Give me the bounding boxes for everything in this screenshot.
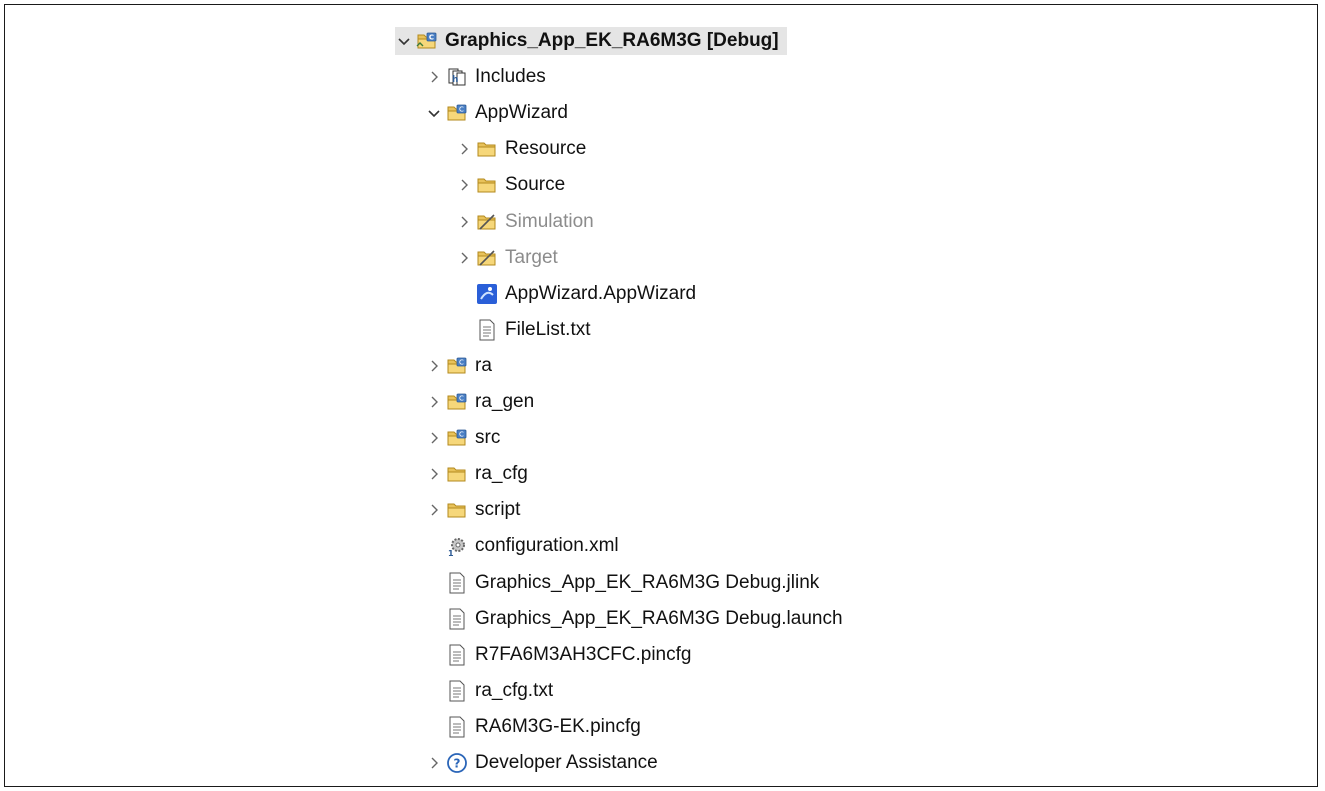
tree-item-label: ra_gen xyxy=(475,391,535,412)
tree-item-label: ra xyxy=(475,354,492,376)
tree-item-label: Source xyxy=(505,174,566,196)
text-file-icon xyxy=(475,318,499,342)
tree-item-label: src xyxy=(475,427,501,449)
includes-icon: h xyxy=(445,65,469,89)
chevron-right-icon[interactable] xyxy=(425,424,443,452)
tree-item-graphics-app-ek-ra6m3g-debug-jlink[interactable]: Graphics_App_EK_RA6M3G Debug.jlink xyxy=(425,569,819,597)
chevron-right-icon[interactable] xyxy=(425,749,443,777)
tree-item-graphics-app-ek-ra6m3g-debug[interactable]: C Graphics_App_EK_RA6M3G [Debug] xyxy=(395,27,787,55)
tree-item-label: Developer Assistance xyxy=(475,752,658,773)
chevron-right-icon[interactable] xyxy=(455,244,473,272)
project-explorer-panel: C Graphics_App_EK_RA6M3G [Debug] h Includes… xyxy=(4,4,1318,787)
tree-item-resource[interactable]: Resource xyxy=(455,135,586,163)
folder-icon xyxy=(475,173,499,197)
help-icon: ? xyxy=(445,751,469,775)
chevron-right-icon[interactable] xyxy=(425,496,443,524)
tree-item-target[interactable]: Target xyxy=(455,244,558,272)
text-file-icon xyxy=(445,679,469,703)
chevron-right-icon[interactable] xyxy=(425,352,443,380)
tree-item-ra6m3g-ek-pincfg[interactable]: RA6M3G-EK.pincfg xyxy=(425,713,641,741)
tree-item-ra-cfg[interactable]: ra_cfg xyxy=(425,460,528,488)
chevron-right-icon[interactable] xyxy=(425,460,443,488)
folder-icon xyxy=(475,137,499,161)
tree-item-simulation[interactable]: Simulation xyxy=(455,208,594,236)
tree-item-label: Graphics_App_EK_RA6M3G Debug.jlink xyxy=(475,571,820,593)
tree-item-source[interactable]: Source xyxy=(455,171,565,199)
tree-item-label: Graphics_App_EK_RA6M3G Debug.launch xyxy=(475,607,843,629)
chevron-down-icon[interactable] xyxy=(395,27,413,55)
tree-item-label: ra_cfg xyxy=(475,463,528,485)
folder-icon xyxy=(445,462,469,486)
tree-item-includes[interactable]: h Includes xyxy=(425,63,546,91)
chevron-right-icon[interactable] xyxy=(425,388,443,416)
tree-item-developer-assistance[interactable]: ? Developer Assistance xyxy=(425,749,658,777)
tree-item-label: script xyxy=(475,499,521,521)
svg-text:?: ? xyxy=(454,757,461,771)
c-project-icon: C xyxy=(415,29,439,53)
tree-item-appwizard-appwizard[interactable]: AppWizard.AppWizard xyxy=(455,280,696,308)
chevron-right-icon[interactable] xyxy=(455,135,473,163)
tree-item-label: Resource xyxy=(505,138,587,160)
tree-item-label: AppWizard xyxy=(475,102,568,124)
text-file-icon xyxy=(445,643,469,667)
text-file-icon xyxy=(445,607,469,631)
tree-item-script[interactable]: script xyxy=(425,496,520,524)
tree-item-label: Includes xyxy=(475,66,546,88)
svg-text:C: C xyxy=(459,358,464,366)
chevron-down-icon[interactable] xyxy=(425,99,443,127)
tree-item-label: RA6M3G-EK.pincfg xyxy=(475,715,641,737)
tree-item-configuration-xml[interactable]: 1 configuration.xml xyxy=(425,532,619,560)
excluded-folder-icon xyxy=(475,246,499,270)
tree-item-r7fa6m3ah3cfc-pincfg[interactable]: R7FA6M3AH3CFC.pincfg xyxy=(425,641,691,669)
folder-icon xyxy=(445,498,469,522)
source-folder-icon: C xyxy=(445,426,469,450)
svg-text:h: h xyxy=(452,75,458,85)
chevron-right-icon[interactable] xyxy=(455,171,473,199)
text-file-icon xyxy=(445,571,469,595)
svg-text:C: C xyxy=(459,395,464,403)
excluded-folder-icon xyxy=(475,210,499,234)
svg-text:1: 1 xyxy=(448,549,454,557)
chevron-right-icon[interactable] xyxy=(425,63,443,91)
tree-item-ra[interactable]: Cra xyxy=(425,352,492,380)
text-file-icon xyxy=(445,715,469,739)
tree-item-label: Target xyxy=(505,246,558,268)
tree-item-label: Simulation xyxy=(505,210,594,232)
chevron-right-icon[interactable] xyxy=(455,208,473,236)
tree-item-label: R7FA6M3AH3CFC.pincfg xyxy=(475,643,692,665)
source-folder-icon: C xyxy=(445,101,469,125)
tree-item-graphics-app-ek-ra6m3g-debug-launch[interactable]: Graphics_App_EK_RA6M3G Debug.launch xyxy=(425,605,843,633)
source-folder-icon: C xyxy=(445,390,469,414)
tree-item-label: Graphics_App_EK_RA6M3G [Debug] xyxy=(445,30,779,51)
tree-item-src[interactable]: Csrc xyxy=(425,424,500,452)
configuration-icon: 1 xyxy=(445,534,469,558)
tree-item-label: ra_cfg.txt xyxy=(475,679,554,701)
tree-item-filelist-txt[interactable]: FileList.txt xyxy=(455,316,591,344)
svg-text:C: C xyxy=(459,106,464,114)
svg-text:C: C xyxy=(459,431,464,439)
tree-item-label: FileList.txt xyxy=(505,318,591,340)
tree-item-label: AppWizard.AppWizard xyxy=(505,282,697,304)
tree-item-appwizard[interactable]: C AppWizard xyxy=(425,99,568,127)
tree-item-ra-cfg-txt[interactable]: ra_cfg.txt xyxy=(425,677,553,705)
source-folder-icon: C xyxy=(445,354,469,378)
tree-item-label: configuration.xml xyxy=(475,535,619,557)
tree-item-ra-gen[interactable]: Cra_gen xyxy=(425,388,534,416)
appwizard-file-icon xyxy=(475,282,499,306)
svg-text:C: C xyxy=(429,34,434,42)
